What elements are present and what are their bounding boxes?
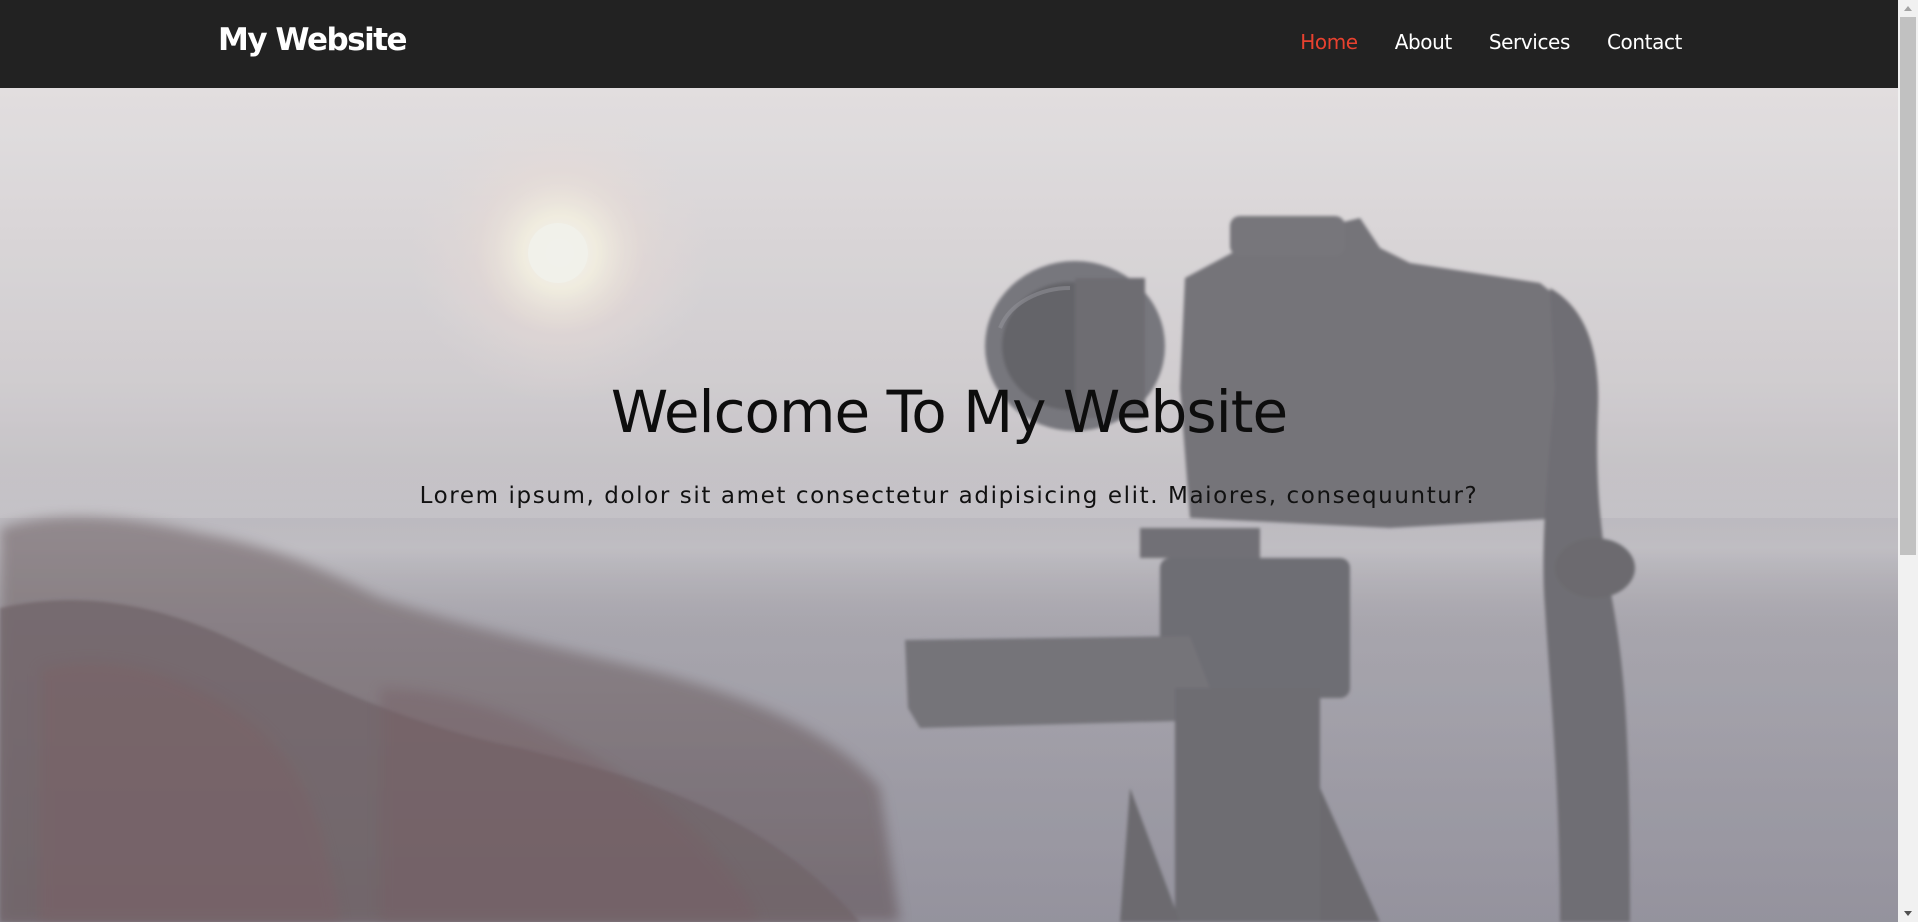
page: My Website Home About Services Contact W… xyxy=(0,0,1918,922)
nav-link-home[interactable]: Home xyxy=(1300,30,1358,54)
brand-logo-link[interactable]: My Website xyxy=(218,22,408,58)
navbar: My Website Home About Services Contact xyxy=(0,0,1898,88)
triangle-down-icon[interactable] xyxy=(1898,905,1918,922)
nav-link-contact[interactable]: Contact xyxy=(1607,30,1682,54)
nav-links: Home About Services Contact xyxy=(1300,30,1682,54)
hero-section: Welcome To My Website Lorem ipsum, dolor… xyxy=(0,88,1898,922)
scrollbar-thumb[interactable] xyxy=(1900,17,1916,555)
hero-content: Welcome To My Website Lorem ipsum, dolor… xyxy=(0,88,1898,922)
hero-title: Welcome To My Website xyxy=(610,378,1288,446)
vertical-scrollbar[interactable] xyxy=(1898,0,1918,922)
nav-link-about[interactable]: About xyxy=(1395,30,1453,54)
hero-subtitle: Lorem ipsum, dolor sit amet consectetur … xyxy=(419,483,1479,509)
triangle-up-icon[interactable] xyxy=(1898,0,1918,17)
nav-link-services[interactable]: Services xyxy=(1489,30,1571,54)
